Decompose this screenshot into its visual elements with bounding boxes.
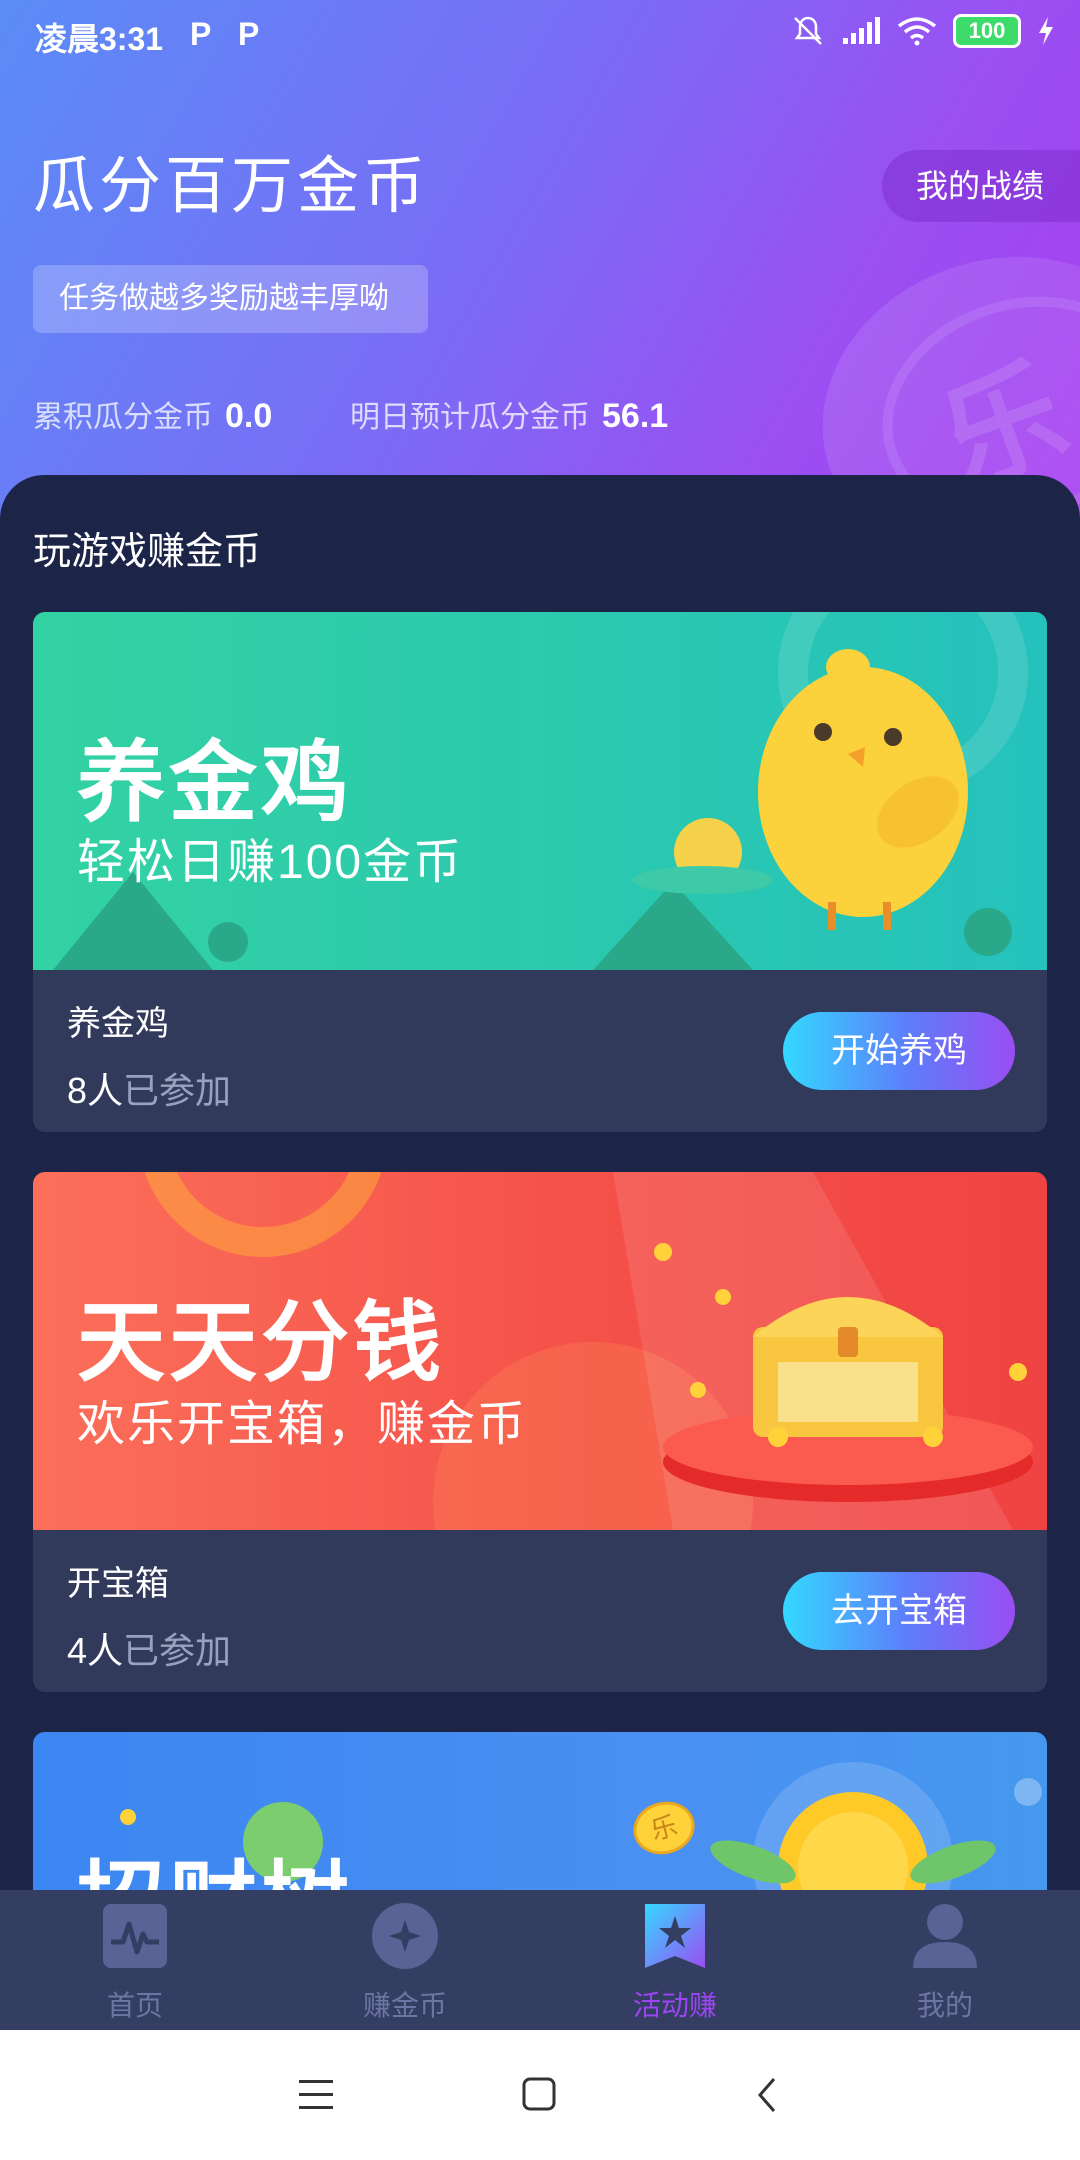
notification-p-icon: P [190,16,212,52]
stat-total-value: 0.0 [225,397,273,435]
treasure-chest-icon [663,1297,1033,1502]
tab-home[interactable]: 首页 [0,1890,270,2030]
stat-tomorrow: 明日预计瓜分金币 56.1 [350,392,668,436]
card-info: 开宝箱 4人已参加 去开宝箱 [33,1530,1047,1692]
tab-label: 首页 [106,1990,163,2021]
battery-icon: 100 [953,14,1021,48]
participant-suffix: 已参加 [123,1630,232,1671]
stat-total: 累积瓜分金币 0.0 [33,392,272,436]
page-title: 瓜分百万金币 [33,152,430,221]
back-icon[interactable] [752,2075,782,2115]
tab-label: 赚金币 [362,1990,447,2021]
participant-suffix: 已参加 [123,1070,232,1111]
start-chicken-button[interactable]: 开始养鸡 [783,1012,1015,1090]
banner-subtitle: 欢乐开宝箱，赚金币 [77,1398,528,1451]
money-tree-banner[interactable]: 乐 招财树 [33,1732,1047,1895]
star-flag-icon [645,1904,705,1968]
tab-label: 我的 [916,1990,973,2021]
tab-activities[interactable]: 活动赚 [540,1890,810,2030]
tab-mine[interactable]: 我的 [810,1890,1080,2030]
treasure-banner[interactable]: 天天分钱 欢乐开宝箱，赚金币 [33,1172,1047,1530]
notification-p-icon: P [238,16,260,52]
bottom-tab-bar: 首页 赚金币 活动赚 我的 [0,1890,1080,2030]
chicken-banner[interactable]: 养金鸡 轻松日赚100金币 [33,612,1047,970]
participant-count: 8人已参加 [67,1062,231,1114]
home-square-icon[interactable] [520,2075,560,2115]
my-record-button[interactable]: 我的战绩 [882,150,1080,222]
menu-icon[interactable] [297,2078,337,2112]
stat-total-label: 累积瓜分金币 [33,401,213,434]
subtitle-banner: 任务做越多奖励越丰厚呦 [33,265,428,333]
game-name: 开宝箱 [67,1565,169,1603]
signal-icon [843,17,880,44]
banner-title: 养金鸡 [77,733,354,832]
tab-label: 活动赚 [632,1990,717,2021]
game-card-treasure[interactable]: 天天分钱 欢乐开宝箱，赚金币 开宝箱 4人已参加 去开宝箱 [33,1172,1047,1692]
stat-tomorrow-label: 明日预计瓜分金币 [350,401,590,434]
star-coin-icon [372,1903,438,1969]
game-name: 养金鸡 [67,1005,169,1043]
header: 乐 凌晨3:31 P P 100 瓜分百万金币 我的战绩 任务做越多奖励越丰厚呦… [0,0,1080,520]
card-info: 养金鸡 8人已参加 开始养鸡 [33,970,1047,1132]
status-time: 凌晨3:31 [35,21,164,57]
chicken-mascot-icon [758,649,968,930]
banner-title: 天天分钱 [77,1293,446,1392]
participant-number: 4人 [67,1630,124,1671]
open-treasure-button[interactable]: 去开宝箱 [783,1572,1015,1650]
stat-tomorrow-value: 56.1 [602,397,669,435]
user-icon [913,1904,977,1968]
participant-count: 4人已参加 [67,1622,231,1674]
wifi-icon [897,17,937,46]
status-bar: 凌晨3:31 P P 100 [0,0,1080,70]
charging-icon [1039,17,1053,45]
game-card-money-tree[interactable]: 乐 招财树 [33,1732,1047,1895]
section-title: 玩游戏赚金币 [33,531,262,573]
mute-bell-icon [794,16,822,45]
system-navigation-bar [0,2030,1080,2160]
game-card-chicken[interactable]: 养金鸡 轻松日赚100金币 养金鸡 8人已参加 开始养鸡 [33,612,1047,1132]
main-panel: 玩游戏赚金币 养金鸡 轻松日赚100金币 养金鸡 8人已参加 开始养鸡 天天分钱… [0,475,1080,1895]
status-icons: 100 [791,14,1055,48]
banner-title: 招财树 [77,1832,353,1895]
participant-number: 8人 [67,1070,124,1111]
tab-earn-coins[interactable]: 赚金币 [270,1890,540,2030]
banner-subtitle: 轻松日赚100金币 [77,836,464,889]
pulse-icon [103,1904,167,1968]
